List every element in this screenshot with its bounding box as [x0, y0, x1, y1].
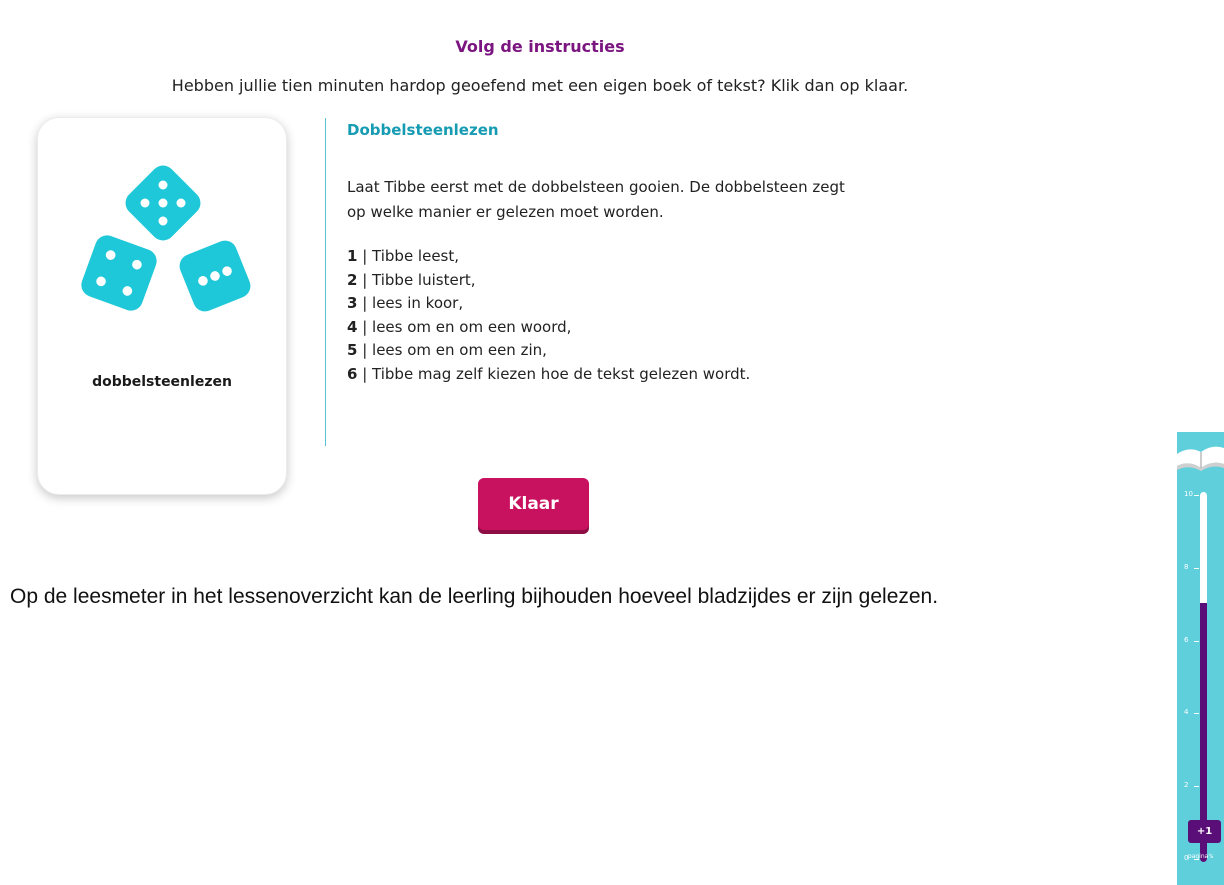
- page-title: Volg de instructies: [455, 37, 625, 56]
- list-item: 6 | Tibbe mag zelf kiezen hoe de tekst g…: [347, 363, 750, 387]
- step-text: | Tibbe mag zelf kiezen hoe de tekst gel…: [357, 364, 751, 383]
- meter-tick-mark: [1194, 495, 1199, 496]
- meter-tick-label: 8: [1184, 562, 1189, 571]
- dice-steps-list: 1 | Tibbe leest, 2 | Tibbe luistert, 3 |…: [347, 245, 750, 387]
- card-label: dobbelsteenlezen: [92, 374, 232, 390]
- meter-tick-mark: [1194, 786, 1199, 788]
- step-number: 2: [347, 270, 358, 289]
- description-paragraph: Op de leesmeter in het lessenoverzicht k…: [10, 585, 939, 608]
- step-text: | lees om en om een woord,: [357, 317, 572, 336]
- list-item: 1 | Tibbe leest,: [347, 245, 750, 269]
- done-button[interactable]: Klaar: [478, 478, 589, 530]
- meter-tick-label: 6: [1184, 635, 1189, 644]
- meter-tick-mark: [1194, 567, 1199, 569]
- instruction-text: Hebben jullie tien minuten hardop geoefe…: [171, 76, 909, 95]
- list-item: 4 | lees om en om een woord,: [347, 316, 750, 340]
- activity-card: dobbelsteenlezen: [37, 117, 287, 495]
- meter-tick-label: 10: [1184, 490, 1193, 498]
- step-number: 6: [347, 364, 358, 383]
- book-icon: [1177, 446, 1224, 471]
- meter-track: [1200, 492, 1207, 862]
- step-number: 5: [347, 341, 358, 360]
- add-page-button[interactable]: +1: [1188, 820, 1221, 843]
- unit-label: pagina's: [1187, 853, 1214, 860]
- section-title: Dobbelsteenlezen: [347, 121, 499, 139]
- step-text: | lees in koor,: [357, 294, 464, 313]
- list-item: 5 | lees om en om een zin,: [347, 339, 750, 363]
- meter-tick-label: 4: [1184, 708, 1189, 717]
- divider: [325, 118, 326, 446]
- list-item: 3 | lees in koor,: [347, 292, 750, 316]
- meter-tick-mark: [1194, 640, 1199, 642]
- reading-meter: 10 8 6 4 2 0 +1 pagina's: [1177, 432, 1224, 885]
- step-number: 3: [347, 294, 358, 313]
- list-item: 2 | Tibbe luistert,: [347, 269, 750, 293]
- meter-tick-label: 2: [1184, 781, 1189, 790]
- section-intro: Laat Tibbe eerst met de dobbelsteen gooi…: [347, 178, 845, 221]
- dice-icon: [81, 165, 251, 312]
- meter-tick-mark: [1194, 713, 1199, 715]
- step-text: | Tibbe leest,: [357, 247, 460, 265]
- step-text: | lees om en om een zin,: [357, 341, 547, 360]
- step-number: 4: [347, 317, 358, 336]
- step-text: | Tibbe luistert,: [357, 270, 476, 289]
- step-number: 1: [347, 247, 358, 265]
